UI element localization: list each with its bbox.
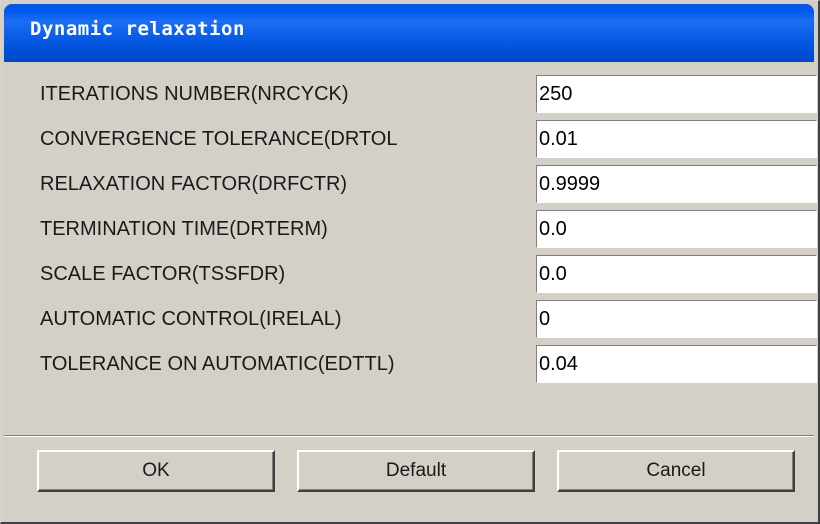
field-row-drtol: CONVERGENCE TOLERANCE(DRTOL 0.01 xyxy=(4,117,817,161)
dialog-content: ITERATIONS NUMBER(NRCYCK) 250 CONVERGENC… xyxy=(4,62,817,518)
tolerance-on-automatic-input[interactable]: 0.04 xyxy=(536,345,817,383)
button-separator xyxy=(4,435,814,437)
termination-time-label: TERMINATION TIME(DRTERM) xyxy=(40,218,328,240)
iterations-number-label: ITERATIONS NUMBER(NRCYCK) xyxy=(40,83,349,105)
relaxation-factor-input[interactable]: 0.9999 xyxy=(536,165,817,203)
iterations-number-input[interactable]: 250 xyxy=(536,75,817,113)
field-row-edttl: TOLERANCE ON AUTOMATIC(EDTTL) 0.04 xyxy=(4,342,817,386)
relaxation-factor-label: RELAXATION FACTOR(DRFCTR) xyxy=(40,173,348,195)
field-row-irelal: AUTOMATIC CONTROL(IRELAL) 0 xyxy=(4,297,817,341)
field-row-drterm: TERMINATION TIME(DRTERM) 0.0 xyxy=(4,207,817,251)
scale-factor-label: SCALE FACTOR(TSSFDR) xyxy=(40,263,286,285)
title-bar[interactable]: Dynamic relaxation xyxy=(4,4,814,62)
termination-time-input[interactable]: 0.0 xyxy=(536,210,817,248)
tolerance-on-automatic-label: TOLERANCE ON AUTOMATIC(EDTTL) xyxy=(40,353,395,375)
automatic-control-label: AUTOMATIC CONTROL(IRELAL) xyxy=(40,308,342,330)
scale-factor-input[interactable]: 0.0 xyxy=(536,255,817,293)
dynamic-relaxation-dialog: Dynamic relaxation ITERATIONS NUMBER(NRC… xyxy=(0,0,820,524)
automatic-control-input[interactable]: 0 xyxy=(536,300,817,338)
ok-button[interactable]: OK xyxy=(37,450,275,492)
field-row-tssfdr: SCALE FACTOR(TSSFDR) 0.0 xyxy=(4,252,817,296)
field-row-drfctr: RELAXATION FACTOR(DRFCTR) 0.9999 xyxy=(4,162,817,206)
default-button[interactable]: Default xyxy=(297,450,535,492)
convergence-tolerance-input[interactable]: 0.01 xyxy=(536,120,817,158)
window-title: Dynamic relaxation xyxy=(30,18,245,40)
field-row-nrcyck: ITERATIONS NUMBER(NRCYCK) 250 xyxy=(4,72,817,116)
cancel-button[interactable]: Cancel xyxy=(557,450,795,492)
convergence-tolerance-label: CONVERGENCE TOLERANCE(DRTOL xyxy=(40,128,398,150)
